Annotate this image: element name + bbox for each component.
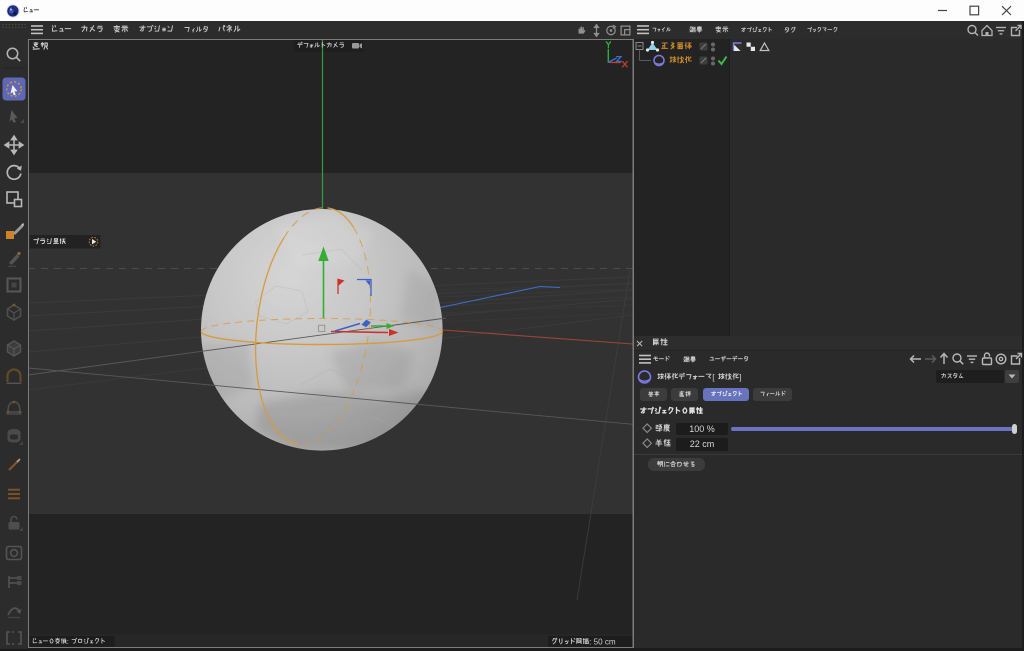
svg-text:]: ]: [739, 372, 741, 382]
svg-text::: :: [67, 637, 69, 646]
svg-text:: 50 cm: : 50 cm: [589, 637, 616, 646]
svg-text:[: [: [712, 372, 715, 382]
